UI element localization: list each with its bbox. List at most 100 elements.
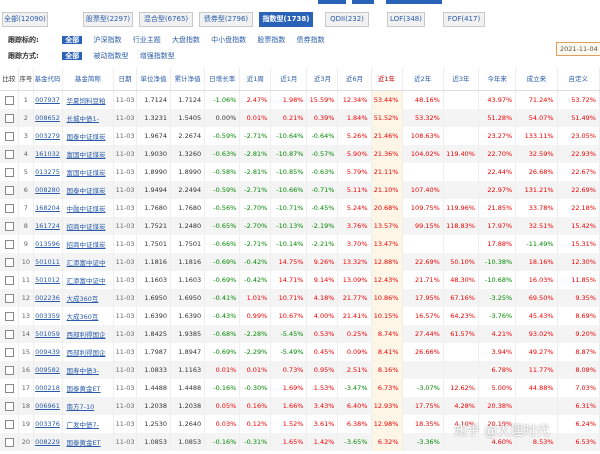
col-name[interactable]: 基金简称 [62, 68, 115, 91]
table-row[interactable]: 12 002236 大成360互 11-03 1.6950 1.6950 -0.41% 1.0… [0, 289, 600, 307]
fund-code-link[interactable]: 009582 [35, 366, 60, 374]
compare-checkbox-cell[interactable] [0, 90, 20, 109]
table-row[interactable]: 1 007937 华夏饲料豆粕 11-03 1.7124 1.7124 -1.06% 2.47… [0, 90, 600, 109]
fund-code-link[interactable]: 006961 [35, 402, 60, 410]
fund-name-link[interactable]: 国泰中证煤炭 [67, 133, 106, 141]
custom-date-badge[interactable]: 2021-11-04 [556, 42, 600, 56]
fund-code-link[interactable]: 161032 [35, 150, 60, 158]
tab-index[interactable]: 指数型(1738) [259, 12, 313, 27]
fund-name-link[interactable]: 国泰中证煤炭 [67, 187, 106, 195]
method-option-enhanced[interactable]: 增强指数型 [140, 52, 175, 60]
track-option-largecap[interactable]: 大盘指数 [172, 36, 200, 44]
compare-checkbox[interactable] [4, 149, 14, 159]
col-code[interactable]: 基金代码 [33, 68, 63, 91]
col-1month[interactable]: 近1月 [270, 68, 308, 91]
tab-bond[interactable]: 债券型(2796) [199, 12, 253, 27]
compare-checkbox[interactable] [4, 383, 14, 393]
tab-fof[interactable]: FOF(417) [443, 12, 485, 27]
col-3month[interactable]: 近3月 [306, 68, 339, 91]
table-row[interactable]: 11 501012 汇添富中证中 11-03 1.1603 1.1603 -0.69% -0.… [0, 271, 600, 289]
col-custom[interactable]: 自定义 [557, 68, 600, 91]
compare-checkbox-cell[interactable] [0, 433, 20, 451]
table-row[interactable]: 2 008652 长城中债1- 11-03 1.3231 1.5405 0.00% 0.01%… [0, 109, 600, 127]
table-row[interactable]: 17 000218 国泰黄金ET 11-03 1.4488 1.4488 -0.16% -0.… [0, 379, 600, 397]
track-option-all[interactable]: 全部 [62, 36, 83, 44]
table-row[interactable]: 13 003359 大成360互 11-03 1.6390 1.6390 -0.43% 0.9… [0, 307, 600, 325]
col-ytd[interactable]: 今年来 [478, 68, 517, 91]
tab-qdii[interactable]: QDII(232) [325, 12, 369, 27]
track-option-smallcap[interactable]: 中小盘指数 [211, 36, 246, 44]
fund-code-link[interactable]: 168204 [35, 204, 60, 212]
fund-name-link[interactable]: 中融中证煤炭 [67, 205, 106, 213]
compare-checkbox[interactable] [4, 419, 14, 429]
compare-checkbox-cell[interactable] [0, 199, 20, 217]
fund-name-link[interactable]: 富国中证煤炭 [67, 151, 106, 159]
fund-name-link[interactable]: 汇添富中证中 [67, 277, 106, 285]
compare-checkbox[interactable] [4, 203, 14, 213]
compare-checkbox[interactable] [4, 185, 14, 195]
fund-name-link[interactable]: 富国中证煤炭 [67, 169, 106, 177]
compare-checkbox-cell[interactable] [0, 253, 20, 271]
compare-checkbox[interactable] [4, 113, 14, 123]
table-row[interactable]: 10 501011 汇添富中证中 11-03 1.1816 1.1816 -0.69% -0.… [0, 253, 600, 271]
compare-checkbox[interactable] [4, 347, 14, 357]
fund-name-link[interactable]: 广发中债7- [67, 421, 99, 429]
tab-hybrid[interactable]: 混合型(6765) [139, 12, 193, 27]
compare-checkbox-cell[interactable] [0, 127, 20, 145]
col-since-inception[interactable]: 成立来 [515, 68, 558, 91]
fund-code-link[interactable]: 501059 [35, 330, 60, 338]
track-option-stock-index[interactable]: 股票指数 [257, 36, 285, 44]
compare-checkbox[interactable] [4, 365, 14, 375]
col-nav[interactable]: 单位净值 [136, 68, 172, 91]
compare-checkbox-cell[interactable] [0, 415, 20, 433]
fund-name-link[interactable]: 招商中证煤炭 [67, 241, 106, 249]
fund-name-link[interactable]: 西部利得国企 [67, 331, 106, 339]
compare-checkbox-cell[interactable] [0, 181, 20, 199]
track-option-bond-index[interactable]: 债券指数 [297, 36, 325, 44]
compare-checkbox-cell[interactable] [0, 343, 20, 361]
method-option-passive[interactable]: 被动指数型 [93, 52, 128, 60]
table-row[interactable]: 8 161724 招商中证煤炭 11-03 1.7521 1.2480 -0.65% -2.7… [0, 217, 600, 235]
fund-code-link[interactable]: 008652 [35, 114, 60, 122]
fund-code-link[interactable]: 002236 [35, 294, 60, 302]
fund-name-link[interactable]: 国泰黄金ET [67, 385, 101, 393]
fund-name-link[interactable]: 南方7-10 [67, 403, 95, 411]
compare-checkbox[interactable] [4, 437, 14, 447]
col-2year[interactable]: 近2年 [402, 68, 444, 91]
compare-checkbox[interactable] [4, 293, 14, 303]
col-1week[interactable]: 近1周 [239, 68, 272, 91]
fund-code-link[interactable]: 003359 [35, 312, 60, 320]
compare-checkbox[interactable] [4, 401, 14, 411]
compare-checkbox-cell[interactable] [0, 163, 20, 181]
table-row[interactable]: 5 013275 富国中证煤炭 11-03 1.8990 1.8990 -0.58% -2.8… [0, 163, 600, 181]
table-row[interactable]: 7 168204 中融中证煤炭 11-03 1.7680 1.7680 -0.56% -2.7… [0, 199, 600, 217]
compare-checkbox-cell[interactable] [0, 397, 20, 415]
fund-name-link[interactable]: 长城中债1- [67, 115, 99, 123]
compare-checkbox-cell[interactable] [0, 235, 20, 253]
table-row[interactable]: 3 003279 国泰中证煤炭 11-03 1.9674 2.2674 -0.59% -2.7… [0, 127, 600, 145]
track-option-industry[interactable]: 行业主题 [133, 36, 161, 44]
table-row[interactable]: 4 161032 富国中证煤炭 11-03 1.9030 1.3260 -0.63% -2.8… [0, 145, 600, 163]
col-acc-nav[interactable]: 累计净值 [170, 68, 206, 91]
fund-name-link[interactable]: 华夏饲料豆粕 [67, 97, 106, 105]
compare-checkbox[interactable] [4, 257, 14, 267]
compare-checkbox-cell[interactable] [0, 109, 20, 127]
fund-code-link[interactable]: 008280 [35, 186, 60, 194]
table-row[interactable]: 9 013596 招商中证煤炭 11-03 1.7501 1.7501 -0.66% -2.7… [0, 235, 600, 253]
compare-checkbox-cell[interactable] [0, 361, 20, 379]
method-option-all[interactable]: 全部 [62, 52, 83, 60]
compare-checkbox-cell[interactable] [0, 271, 20, 289]
fund-code-link[interactable]: 003376 [35, 420, 60, 428]
compare-checkbox[interactable] [4, 167, 14, 177]
compare-checkbox-cell[interactable] [0, 145, 20, 163]
compare-checkbox[interactable] [4, 95, 14, 105]
table-row[interactable]: 14 501059 西部利得国企 11-03 1.8425 1.9385 -0.68% -2.… [0, 325, 600, 343]
fund-code-link[interactable]: 013275 [35, 168, 60, 176]
col-3year[interactable]: 近3年 [443, 68, 479, 91]
compare-checkbox[interactable] [4, 311, 14, 321]
fund-name-link[interactable]: 汇添富中证中 [67, 259, 106, 267]
fund-code-link[interactable]: 008229 [35, 438, 60, 446]
fund-code-link[interactable]: 013596 [35, 240, 60, 248]
col-1year[interactable]: 近1年 [371, 68, 403, 91]
fund-name-link[interactable]: 大成360互 [67, 295, 99, 303]
